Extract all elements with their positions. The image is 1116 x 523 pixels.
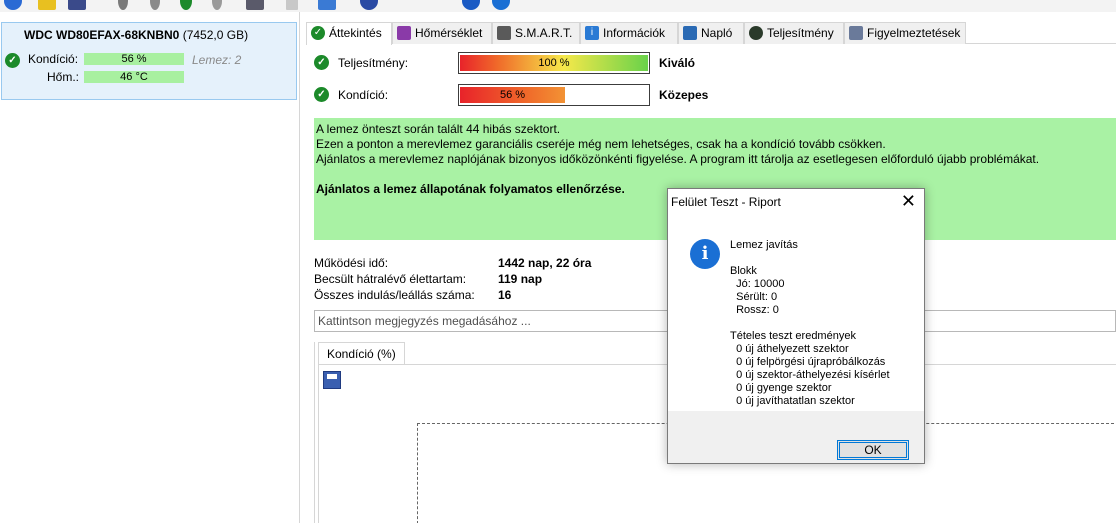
dialog-message: Lemez javítás Blokk Jó: 10000 Sérült: 0 …	[730, 239, 890, 407]
document-icon[interactable]	[286, 0, 298, 10]
disk-icon[interactable]	[68, 0, 86, 10]
status-message: A lemez önteszt során talált 44 hibás sz…	[316, 122, 561, 136]
tab-bar: ✓ Áttekintés Hőmérséklet S.M.A.R.T. i In…	[306, 22, 1116, 45]
tab-label: S.M.A.R.T.	[515, 26, 573, 40]
tab-log[interactable]: Napló	[678, 22, 744, 44]
performance-icon	[749, 26, 763, 40]
check-icon[interactable]	[180, 0, 192, 10]
dialog-body: i Lemez javítás Blokk Jó: 10000 Sérült: …	[668, 215, 924, 411]
performance-bar-fill: 100 %	[460, 55, 648, 71]
temperature-bar: 46 °C	[84, 71, 184, 83]
tab-label: Áttekintés	[329, 26, 382, 40]
temperature-label: Hőm.:	[47, 70, 80, 84]
stat-value: 119 nap	[498, 272, 543, 286]
stat-label: Becsült hátralévő élettartam:	[314, 272, 467, 286]
stat-label: Összes indulás/leállás száma:	[314, 288, 475, 302]
health-bar-fill: 56 %	[460, 87, 565, 103]
tab-label: Napló	[701, 26, 733, 40]
stat-label: Működési idő:	[314, 256, 389, 270]
info-icon[interactable]	[492, 0, 510, 10]
log-icon	[683, 26, 697, 40]
stat-value: 1442 nap, 22 óra	[498, 256, 592, 270]
alerts-icon	[849, 26, 863, 40]
health-icon[interactable]	[150, 0, 160, 10]
tab-temperature[interactable]: Hőmérséklet	[392, 22, 492, 44]
tab-label: Hőmérséklet	[415, 26, 483, 40]
search-icon[interactable]	[212, 0, 222, 10]
tab-condition-chart[interactable]: Kondíció (%)	[318, 342, 405, 364]
disk-title: WDC WD80EFAX-68KNBN0 (7452,0 GB)	[24, 28, 248, 42]
tab-alerts[interactable]: Figyelmeztetések	[844, 22, 966, 44]
drive-icon[interactable]	[246, 0, 264, 10]
thermometer-icon	[397, 26, 411, 40]
toolbar	[0, 0, 1116, 12]
condition-label: Kondíció:	[28, 52, 79, 66]
temperature-icon[interactable]	[118, 0, 128, 10]
report-dialog: Felület Teszt - Riport ✕ i Lemez javítás…	[667, 188, 925, 464]
tab-label: Figyelmeztetések	[867, 26, 961, 40]
smart-icon	[497, 26, 511, 40]
disk-name: WDC WD80EFAX-68KNBN0	[24, 28, 180, 42]
close-icon[interactable]: ✕	[901, 192, 916, 210]
tab-label: Információk	[603, 26, 666, 40]
settings-icon[interactable]	[360, 0, 378, 10]
health-bar: 56 %	[458, 84, 650, 106]
tab-performance[interactable]: Teljesítmény	[744, 22, 844, 44]
stat-value: 16	[498, 288, 512, 302]
help-icon[interactable]	[462, 0, 480, 10]
disk-capacity: (7452,0 GB)	[182, 28, 249, 42]
ok-button[interactable]: OK	[837, 440, 909, 460]
stat-row: Összes indulás/leállás száma: 16	[314, 287, 511, 303]
warning-icon[interactable]	[38, 0, 56, 10]
stat-row: Becsült hátralévő élettartam: 119 nap	[314, 271, 542, 287]
status-ok-icon: ✓	[5, 53, 20, 68]
condition-bar: 56 %	[84, 53, 184, 65]
tab-overview[interactable]: ✓ Áttekintés	[306, 22, 392, 45]
tab-label: Teljesítmény	[767, 26, 834, 40]
info-icon: i	[690, 239, 720, 269]
status-ok-icon: ✓	[314, 55, 329, 70]
info-icon: i	[585, 26, 599, 40]
app-window: WDC WD80EFAX-68KNBN0 (7452,0 GB) ✓ Kondí…	[0, 0, 1116, 523]
status-ok-icon: ✓	[314, 87, 329, 102]
health-rating: Közepes	[659, 88, 709, 102]
stat-row: Működési idő: 1442 nap, 22 óra	[314, 255, 591, 271]
export-icon[interactable]	[318, 0, 336, 10]
tab-info[interactable]: i Információk	[580, 22, 678, 44]
check-icon: ✓	[311, 26, 325, 40]
disk-number: Lemez: 2	[192, 53, 242, 67]
performance-label: Teljesítmény:	[338, 56, 409, 70]
dialog-title: Felület Teszt - Riport	[671, 195, 781, 209]
disk-stats: Működési idő: 1442 nap, 22 óra Becsült h…	[314, 255, 591, 303]
disk-card[interactable]: WDC WD80EFAX-68KNBN0 (7452,0 GB) ✓ Kondí…	[1, 22, 297, 100]
performance-bar: 100 %	[458, 52, 650, 74]
tab-smart[interactable]: S.M.A.R.T.	[492, 22, 580, 44]
status-message: Ajánlatos a merevlemez naplójának bizony…	[316, 152, 1040, 166]
status-message: Ezen a ponton a merevlemez garanciális c…	[316, 137, 886, 151]
dialog-titlebar: Felület Teszt - Riport ✕	[668, 189, 924, 215]
save-icon[interactable]	[323, 371, 341, 389]
performance-rating: Kiváló	[659, 56, 696, 70]
refresh-icon[interactable]	[4, 0, 22, 10]
health-label: Kondíció:	[338, 88, 389, 102]
disk-list-panel: WDC WD80EFAX-68KNBN0 (7452,0 GB) ✓ Kondí…	[0, 12, 300, 523]
